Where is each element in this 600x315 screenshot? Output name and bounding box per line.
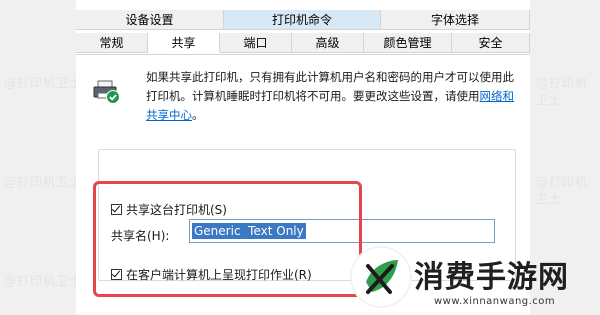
sharing-info-text: 如果共享此打印机，只有拥有此计算机用户名和密码的用户才可以使用此打印机。计算机睡…	[146, 68, 514, 125]
logo-badge	[352, 248, 410, 306]
tab-security[interactable]: 安全	[452, 33, 530, 53]
tab-color-management[interactable]: 颜色管理	[364, 33, 452, 53]
tab-printer-commands[interactable]: 打印机命令	[224, 10, 381, 30]
watermark: @打印机卫士	[4, 175, 83, 189]
window-frame-left	[0, 0, 76, 314]
logo-url: www.xinnanwang.com	[434, 296, 556, 307]
tab-advanced[interactable]: 高级	[292, 33, 364, 53]
shared-printer-icon	[93, 80, 120, 104]
tab-general[interactable]: 常规	[76, 33, 148, 53]
watermark: @打印机卫士	[536, 76, 589, 107]
tab-sharing[interactable]: 共享	[148, 33, 220, 53]
info-text-end: 。	[192, 108, 204, 122]
tab-device-settings[interactable]: 设备设置	[76, 10, 224, 30]
tab-row-top: 设备设置 打印机命令 字体选择	[76, 10, 530, 30]
tab-ports[interactable]: 端口	[220, 33, 292, 53]
tab-row-bottom: 常规 共享 端口 高级 颜色管理 安全	[76, 33, 530, 53]
tab-font-selection[interactable]: 字体选择	[381, 10, 530, 30]
watermark: @打印机卫士	[4, 76, 83, 90]
logo-title: 消费手游网	[414, 260, 569, 295]
site-logo: 消费手游网 www.xinnanwang.com	[352, 248, 600, 314]
red-highlight-box	[93, 181, 362, 297]
watermark: @打印机卫士	[4, 274, 83, 288]
info-text: 如果共享此打印机，只有拥有此计算机用户名和密码的用户才可以使用此打印机。计算机睡…	[146, 70, 514, 103]
watermark: @打印机卫士	[536, 175, 589, 206]
leaf-icon	[366, 260, 398, 294]
